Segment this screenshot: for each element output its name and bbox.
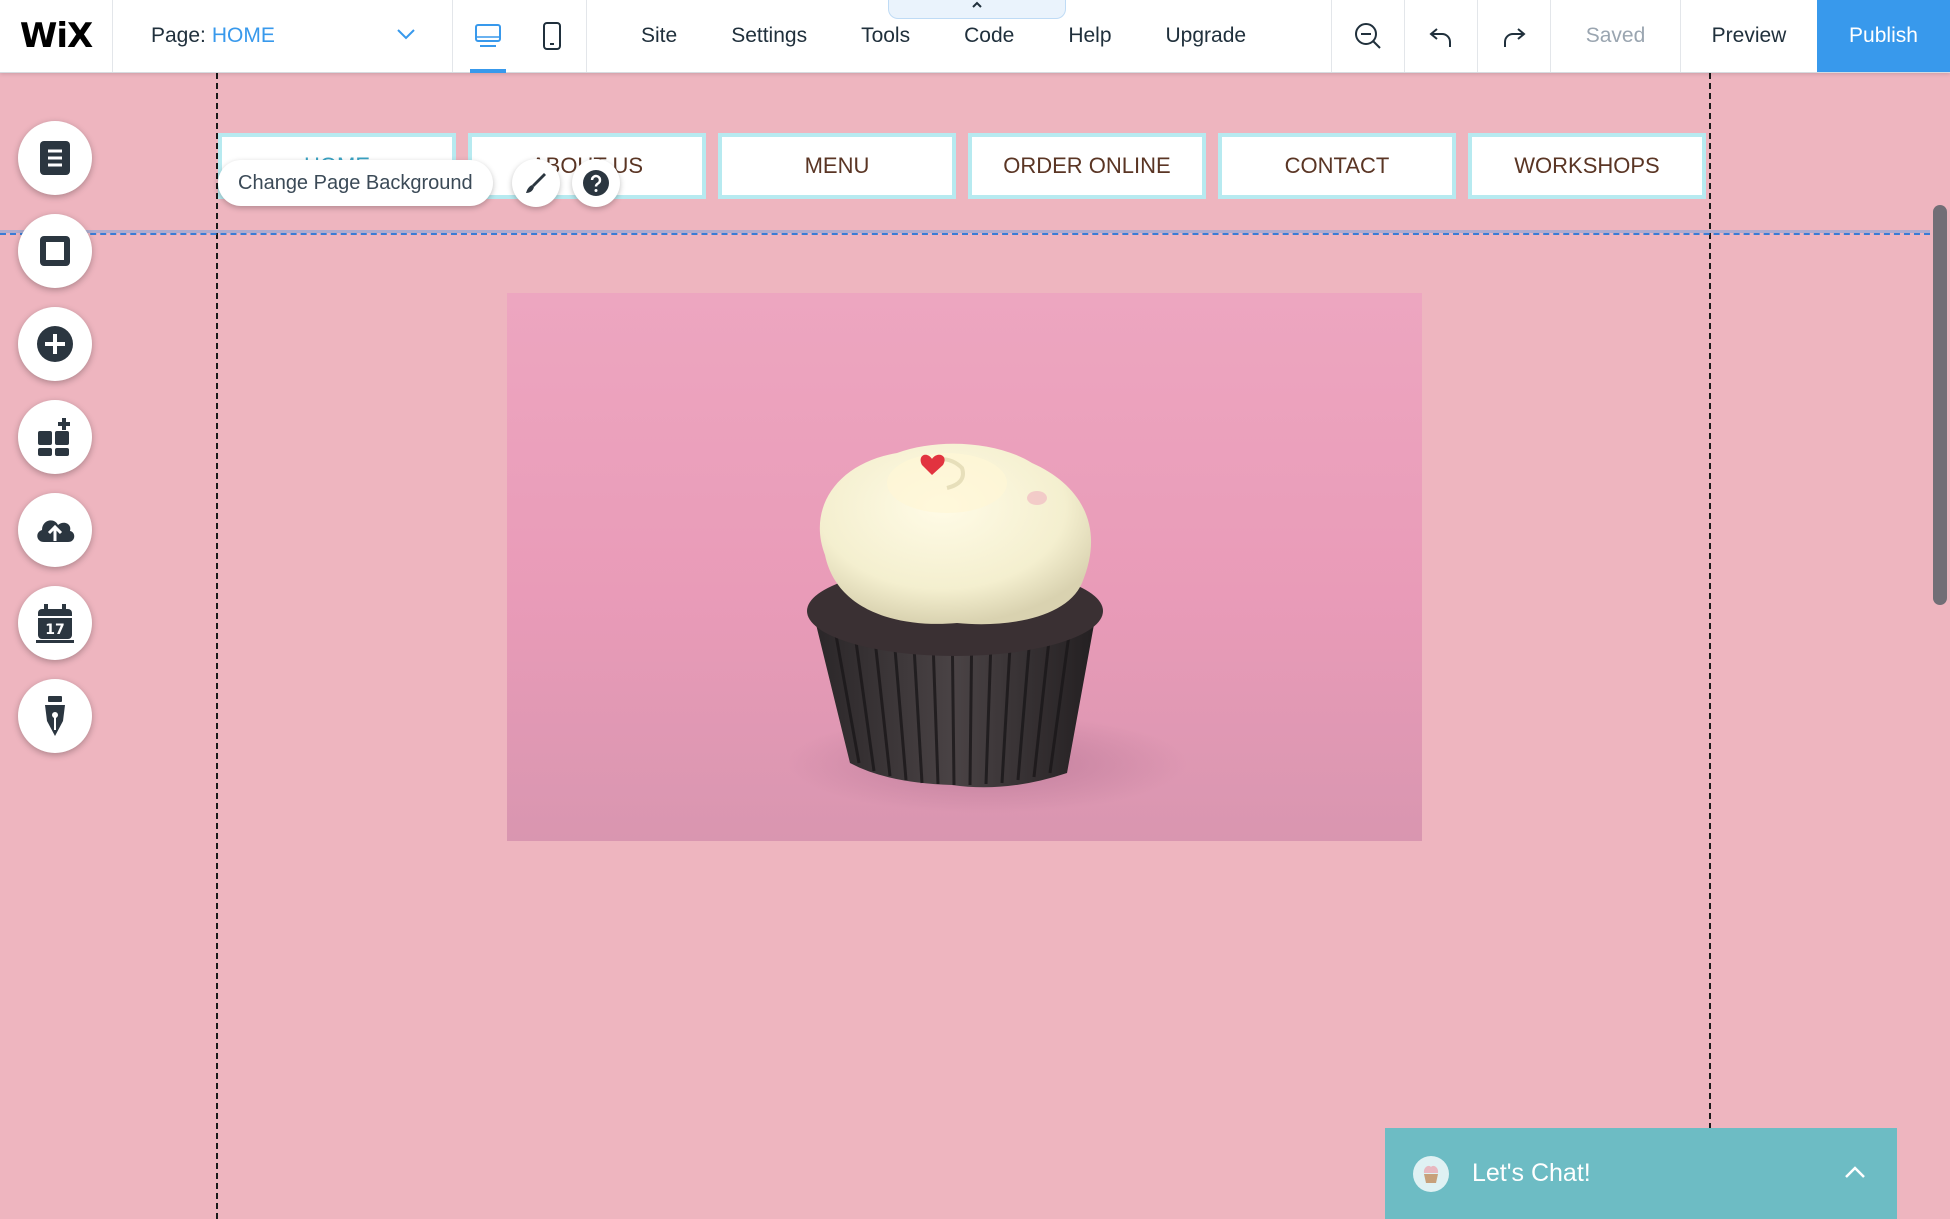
device-switcher: [453, 0, 587, 73]
menu-upgrade[interactable]: Upgrade: [1166, 24, 1247, 48]
right-page-guide: [1709, 73, 1711, 1219]
redo-button[interactable]: [1477, 0, 1550, 72]
page-selector-value: HOME: [211, 24, 275, 47]
menu-help[interactable]: Help: [1068, 24, 1111, 48]
publish-button[interactable]: Publish: [1817, 0, 1950, 72]
app-market-button[interactable]: [18, 400, 92, 474]
canvas-scrollbar[interactable]: [1930, 73, 1950, 1219]
page-selector[interactable]: Page: HOME: [113, 0, 453, 72]
background-button[interactable]: [18, 214, 92, 288]
cupcake-icon: [1423, 1165, 1439, 1183]
menu-code[interactable]: Code: [964, 24, 1014, 48]
zoom-out-button[interactable]: [1331, 0, 1404, 72]
nav-item-workshops[interactable]: WORKSHOPS: [1468, 133, 1706, 199]
collapse-top-bar-tab[interactable]: [888, 0, 1066, 19]
bookings-button[interactable]: 17: [18, 586, 92, 660]
saved-status: Saved: [1550, 0, 1680, 72]
undo-button[interactable]: [1404, 0, 1477, 72]
app-market-icon: [38, 418, 70, 456]
help-button[interactable]: [572, 159, 620, 207]
change-page-background-button[interactable]: Change Page Background: [218, 160, 493, 206]
editor-top-bar: WiX Page: HOME Site Settings Tools Code …: [0, 0, 1950, 73]
chevron-up-icon: [972, 1, 982, 8]
nav-item-menu[interactable]: MENU: [718, 133, 956, 199]
left-page-guide: [216, 73, 218, 1219]
page-selector-label: Page:: [151, 24, 206, 47]
hero-cupcake-image[interactable]: [507, 293, 1422, 841]
zoom-out-icon: [1355, 23, 1381, 49]
menu-site[interactable]: Site: [641, 24, 677, 48]
desktop-view-button[interactable]: [469, 0, 506, 73]
menu-settings[interactable]: Settings: [731, 24, 807, 48]
mobile-icon: [542, 22, 561, 50]
background-icon: [40, 236, 70, 266]
chevron-down-icon: [397, 29, 415, 40]
blog-pen-icon: [45, 696, 65, 736]
upload-button[interactable]: [18, 493, 92, 567]
redo-icon: [1504, 28, 1526, 47]
chat-title: Let's Chat!: [1472, 1159, 1591, 1187]
scrollbar-thumb[interactable]: [1933, 205, 1947, 605]
bookings-calendar-icon: 17: [36, 604, 74, 643]
brush-icon: [526, 173, 546, 193]
pages-button[interactable]: [18, 121, 92, 195]
header-boundary-line[interactable]: [0, 230, 1930, 235]
nav-item-order-online[interactable]: ORDER ONLINE: [968, 133, 1206, 199]
add-panel-sidebar: 17: [18, 121, 92, 753]
pages-icon: [40, 141, 70, 175]
wix-logo[interactable]: WiX: [0, 0, 113, 72]
nav-item-contact[interactable]: CONTACT: [1218, 133, 1456, 199]
cupcake-illustration: [787, 443, 1187, 813]
svg-text:17: 17: [45, 622, 64, 638]
chat-avatar: [1413, 1155, 1449, 1192]
add-icon: [37, 326, 73, 362]
add-button[interactable]: [18, 307, 92, 381]
lets-chat-widget[interactable]: Let's Chat!: [1385, 1128, 1897, 1219]
undo-icon: [1429, 28, 1451, 47]
mobile-view-button[interactable]: [534, 0, 570, 73]
help-icon: [583, 170, 609, 196]
blog-button[interactable]: [18, 679, 92, 753]
chevron-up-icon[interactable]: [1843, 1164, 1867, 1180]
menu-tools[interactable]: Tools: [861, 24, 910, 48]
upload-icon: [37, 520, 75, 542]
preview-button[interactable]: Preview: [1680, 0, 1817, 72]
desktop-icon: [474, 24, 501, 47]
editor-canvas[interactable]: HOME ABOUT US MENU ORDER ONLINE CONTACT …: [0, 73, 1950, 1219]
design-brush-button[interactable]: [512, 159, 560, 207]
top-bar-actions: Saved Preview Publish: [1331, 0, 1950, 72]
